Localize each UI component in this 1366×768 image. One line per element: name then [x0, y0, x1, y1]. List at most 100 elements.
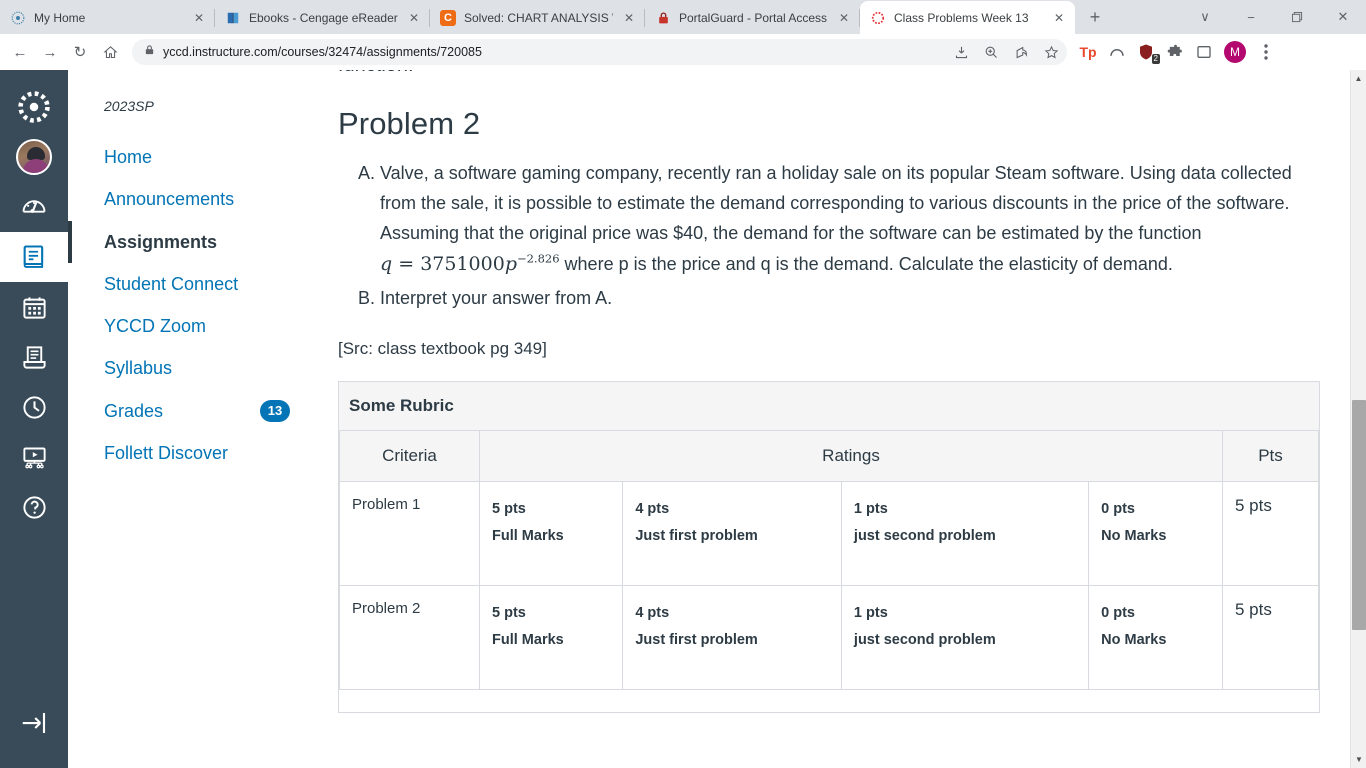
minimize-button[interactable]: − — [1228, 1, 1274, 33]
rating-description: No Marks — [1101, 527, 1167, 544]
inbox-icon[interactable] — [0, 332, 68, 382]
scroll-down-arrow[interactable]: ▼ — [1351, 751, 1366, 768]
sidebar-item-label: YCCD Zoom — [104, 316, 207, 337]
omnibox-actions — [945, 39, 1067, 65]
rating-points: 0 pts — [1101, 604, 1135, 621]
address-bar[interactable]: yccd.instructure.com/courses/32474/assig… — [132, 39, 977, 65]
calendar-icon[interactable] — [0, 282, 68, 332]
tab-title: Class Problems Week 13 — [894, 10, 1029, 25]
avatar — [16, 139, 52, 175]
rating-description: Full Marks — [492, 527, 564, 544]
lock-icon — [144, 43, 155, 61]
sidebar-item-student-connect[interactable]: Student Connect — [68, 263, 330, 305]
sidebar-item-grades[interactable]: Grades 13 — [68, 390, 330, 432]
sidebar-item-syllabus[interactable]: Syllabus — [68, 347, 330, 389]
rubric-grid: Criteria Ratings Pts Problem 1 5 pts Ful… — [339, 430, 1319, 690]
reload-icon[interactable]: ↻ — [66, 38, 94, 66]
problem-b-text: Interpret your answer from A. — [380, 287, 613, 308]
honey-icon[interactable] — [1104, 39, 1130, 65]
browser-tab[interactable]: PortalGuard - Portal Access ✕ — [645, 1, 860, 34]
close-icon[interactable]: ✕ — [191, 10, 207, 26]
close-icon[interactable]: ✕ — [406, 10, 422, 26]
close-icon[interactable]: ✕ — [621, 10, 637, 26]
lock-icon — [655, 10, 671, 26]
course-navigation: 2023SP Home Announcements Assignments St… — [68, 70, 330, 768]
list-item: Valve, a software gaming company, recent… — [380, 158, 1326, 281]
back-icon[interactable]: ← — [6, 38, 34, 66]
home-icon[interactable] — [96, 38, 124, 66]
browser-chrome: My Home ✕ Ebooks - Cengage eReader ✕ C S… — [0, 0, 1366, 70]
install-icon[interactable] — [947, 38, 975, 66]
rating-points: 5 pts — [492, 604, 526, 621]
new-tab-button[interactable]: + — [1081, 3, 1109, 31]
rating-points: 5 pts — [492, 500, 526, 517]
column-header-pts: Pts — [1222, 430, 1319, 482]
canvas-icon — [10, 10, 26, 26]
help-icon[interactable] — [0, 482, 68, 532]
rating-cell: 5 pts Full Marks — [478, 584, 624, 690]
ublock-badge: 2 — [1151, 54, 1160, 64]
scroll-up-arrow[interactable]: ▲ — [1351, 70, 1366, 87]
zoom-icon[interactable] — [977, 38, 1005, 66]
sidebar-item-home[interactable]: Home — [68, 136, 330, 178]
page-title: Problem 2 — [338, 106, 481, 141]
clipped-previous-text: function. — [338, 70, 1326, 84]
extensions-puzzle-icon[interactable] — [1162, 39, 1188, 65]
sidebar-item-courses[interactable] — [0, 232, 68, 282]
rating-cell: 5 pts Full Marks — [478, 480, 624, 586]
close-icon[interactable]: ✕ — [1051, 10, 1067, 26]
formula-variable: p — [504, 252, 517, 275]
formula-exponent: −2.826 — [516, 251, 560, 266]
rating-cell: 0 pts No Marks — [1088, 480, 1223, 586]
forward-icon[interactable]: → — [36, 38, 64, 66]
ublock-origin-icon[interactable]: 2 — [1133, 39, 1160, 65]
page-scrollbar[interactable]: ▲ ▼ — [1350, 70, 1366, 768]
tab-search-icon[interactable]: ∨ — [1182, 1, 1228, 33]
bookmark-star-icon[interactable] — [1037, 38, 1065, 66]
history-icon[interactable] — [0, 382, 68, 432]
rating-points: 4 pts — [635, 500, 670, 517]
sidebar-item-label: Syllabus — [104, 358, 173, 379]
tab-strip: My Home ✕ Ebooks - Cengage eReader ✕ C S… — [0, 0, 1366, 34]
dashboard-icon[interactable] — [0, 182, 68, 232]
rating-cell: 0 pts No Marks — [1088, 584, 1223, 690]
sidebar-item-assignments[interactable]: Assignments — [68, 220, 330, 263]
close-icon[interactable]: ✕ — [836, 10, 852, 26]
sidebar-item-label: Student Connect — [104, 273, 239, 294]
close-window-button[interactable]: ✕ — [1320, 1, 1366, 33]
profile-avatar[interactable]: M — [1224, 41, 1246, 63]
collapse-nav-icon[interactable] — [0, 698, 68, 748]
browser-tab[interactable]: C Solved: CHART ANALYSIS Wit ✕ — [430, 1, 645, 34]
course-term-label: 2023SP — [104, 98, 154, 114]
account-avatar[interactable] — [0, 132, 68, 182]
extension-icons: Tp 2 M — [1075, 39, 1279, 65]
browser-tab[interactable]: Ebooks - Cengage eReader ✕ — [215, 1, 430, 34]
canvas-ring-icon — [870, 10, 886, 26]
sidebar-item-label: Home — [104, 147, 153, 167]
canvas-logo[interactable] — [0, 82, 68, 132]
three-dot-menu-icon[interactable] — [1253, 39, 1279, 65]
studio-icon[interactable] — [0, 432, 68, 482]
page-viewport: 2023SP Home Announcements Assignments St… — [0, 70, 1366, 768]
criteria-cell: Problem 2 — [339, 584, 480, 690]
sidepanel-icon[interactable] — [1191, 39, 1217, 65]
sidebar-item-yccd-zoom[interactable]: YCCD Zoom — [68, 305, 330, 347]
grammarly-icon[interactable]: Tp — [1075, 39, 1101, 65]
browser-tab[interactable]: My Home ✕ — [0, 1, 215, 34]
browser-tab-active[interactable]: Class Problems Week 13 ✕ — [860, 1, 1075, 34]
problem-a-pre-text: Valve, a software gaming company, recent… — [380, 163, 1292, 244]
column-header-criteria: Criteria — [339, 430, 480, 482]
rating-cell: 1 pts just second problem — [840, 480, 1090, 586]
share-icon[interactable] — [1007, 38, 1035, 66]
rating-description: Just first problem — [635, 631, 758, 648]
sidebar-item-label: Assignments — [104, 231, 218, 252]
maximize-button[interactable] — [1274, 1, 1320, 33]
sidebar-item-follett-discover[interactable]: Follett Discover — [68, 432, 330, 474]
demand-function-formula: q = 3751000p−2.826 — [380, 251, 560, 275]
rating-description: just second problem — [853, 527, 996, 544]
scrollbar-thumb[interactable] — [1352, 400, 1366, 630]
table-header-row: Criteria Ratings Pts — [339, 430, 1319, 482]
sidebar-item-announcements[interactable]: Announcements — [68, 178, 330, 220]
rubric-table: Some Rubric Criteria Ratings Pts Problem… — [338, 380, 1320, 713]
column-header-ratings: Ratings — [479, 430, 1223, 482]
